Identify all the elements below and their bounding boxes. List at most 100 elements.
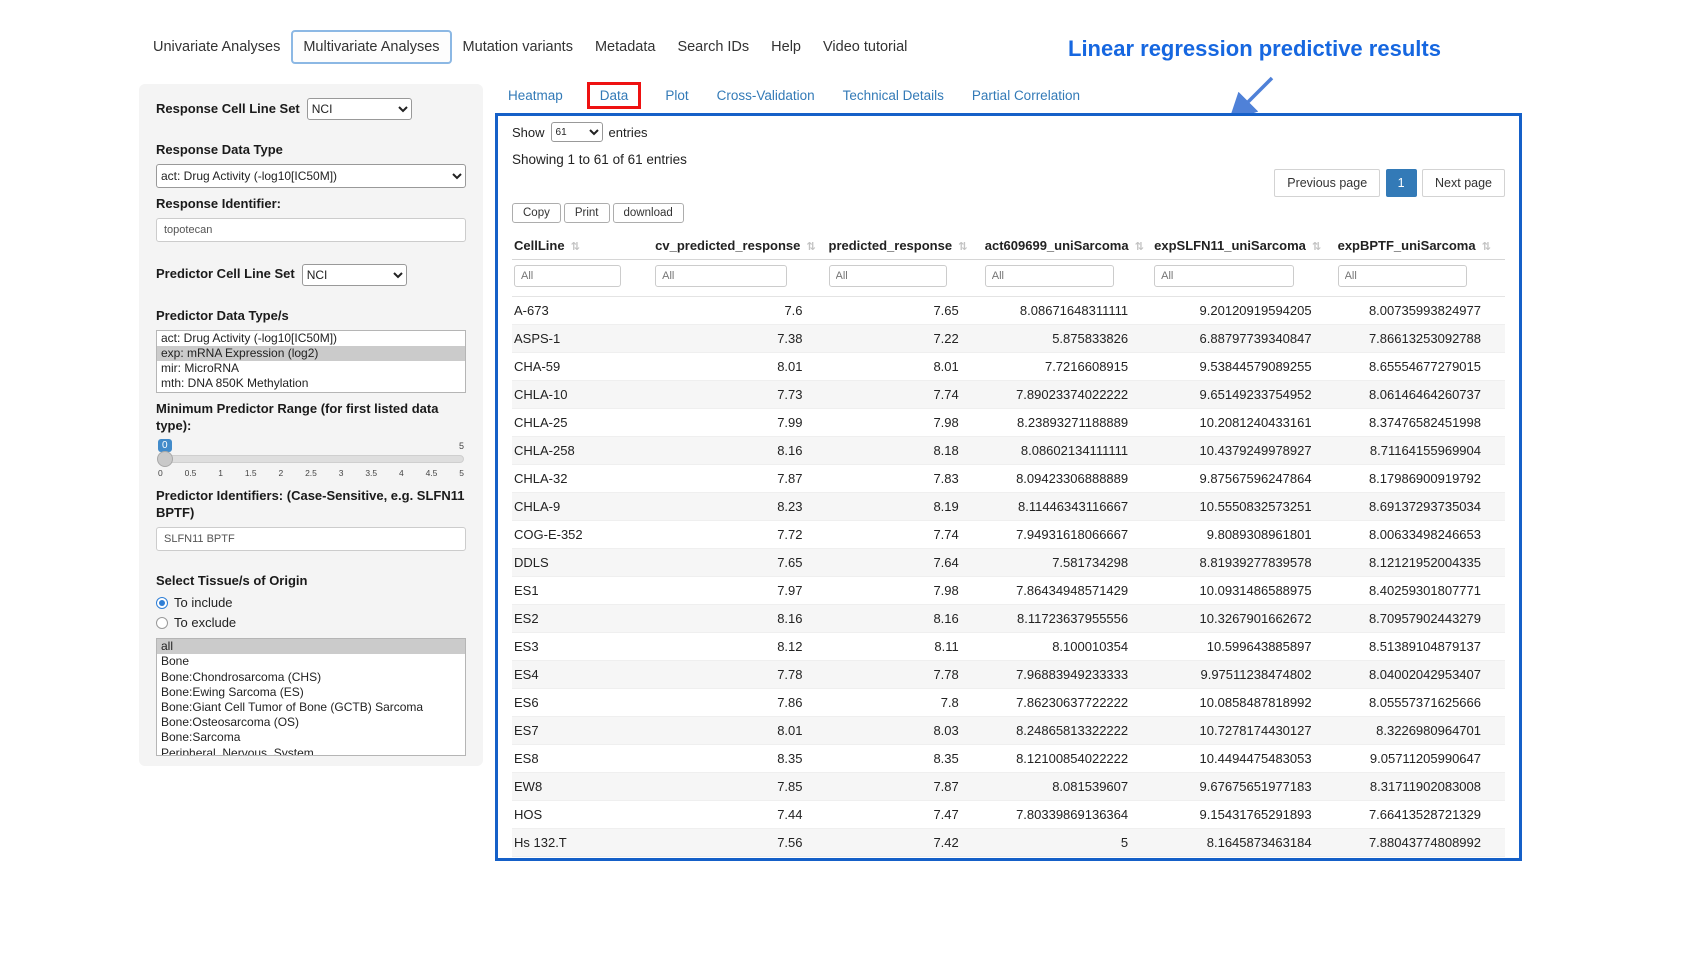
option-mir-microrna[interactable]: mir: MicroRNA — [157, 361, 465, 376]
column-header-cv-predicted-response[interactable]: cv_predicted_response⇅ — [653, 231, 826, 260]
table-row[interactable]: COG-E-3527.727.747.949316180666679.80893… — [512, 521, 1505, 549]
value-cell: 8.51389104879137 — [1336, 633, 1505, 661]
table-row[interactable]: CHLA-98.238.198.1144634311666710.5550832… — [512, 493, 1505, 521]
radio-icon[interactable] — [156, 617, 168, 629]
filter-input-cv-predicted-response[interactable] — [655, 265, 787, 287]
option-bone-chondrosarcoma-chs[interactable]: Bone:Chondrosarcoma (CHS) — [157, 670, 465, 685]
min-predictor-range-slider[interactable]: 0 5 00.511.522.533.544.55 — [158, 439, 464, 478]
table-row[interactable]: CHLA-327.877.838.094233068888899.8756759… — [512, 465, 1505, 493]
table-row[interactable]: EW87.857.878.0815396079.676756519771838.… — [512, 773, 1505, 801]
filter-cell-cellline — [512, 260, 653, 297]
response-cell-line-set-group: Response Cell Line Set NCI — [156, 98, 466, 120]
option-exp-mrna-expression-log2[interactable]: exp: mRNA Expression (log2) — [157, 346, 465, 361]
predictor-identifiers-input[interactable] — [156, 527, 466, 551]
option-bone[interactable]: Bone — [157, 654, 465, 669]
next-page-button[interactable]: Next page — [1422, 169, 1505, 197]
table-row[interactable]: ES47.787.787.968839492333339.97511238474… — [512, 661, 1505, 689]
nav-item-video-tutorial[interactable]: Video tutorial — [812, 30, 918, 64]
value-cell: 7.83 — [827, 465, 983, 493]
table-row[interactable]: DDLS7.657.647.5817342988.819392778395788… — [512, 549, 1505, 577]
sort-icon[interactable]: ⇅ — [571, 241, 580, 253]
tissue-listbox[interactable]: allBoneBone:Chondrosarcoma (CHS)Bone:Ewi… — [156, 638, 466, 756]
filter-input-act609699-unisarcoma[interactable] — [985, 265, 1114, 287]
print-button[interactable]: Print — [564, 203, 610, 223]
option-bone-giant-cell-tumor-of-bone-gctb-sarcoma[interactable]: Bone:Giant Cell Tumor of Bone (GCTB) Sar… — [157, 700, 465, 715]
filter-input-expslfn11-unisarcoma[interactable] — [1154, 265, 1294, 287]
value-cell: 8.01 — [653, 717, 826, 745]
table-row[interactable]: A-6737.67.658.086716483111119.2012091959… — [512, 297, 1505, 325]
option-act-drug-activity-log10-ic50m[interactable]: act: Drug Activity (-log10[IC50M]) — [157, 331, 465, 346]
option-peripheral-nervous-system[interactable]: Peripheral_Nervous_System — [157, 746, 465, 757]
nav-item-metadata[interactable]: Metadata — [584, 30, 666, 64]
nav-item-univariate-analyses[interactable]: Univariate Analyses — [142, 30, 291, 64]
option-all[interactable]: all — [157, 639, 465, 654]
sort-icon[interactable]: ⇅ — [806, 241, 815, 253]
value-cell: 8.11 — [827, 633, 983, 661]
column-header-expslfn11-unisarcoma[interactable]: expSLFN11_uniSarcoma⇅ — [1152, 231, 1335, 260]
sort-icon[interactable]: ⇅ — [958, 241, 967, 253]
filter-input-predicted-response[interactable] — [829, 265, 948, 287]
nav-item-help[interactable]: Help — [760, 30, 812, 64]
nav-item-search-ids[interactable]: Search IDs — [666, 30, 760, 64]
response-identifier-input[interactable] — [156, 218, 466, 242]
table-row[interactable]: Hs 706.T6.946.936.304413033666675.313245… — [512, 857, 1505, 862]
table-row[interactable]: CHLA-2588.168.188.0860213411111110.43792… — [512, 437, 1505, 465]
column-header-cellline[interactable]: CellLine⇅ — [512, 231, 653, 260]
radio-icon[interactable] — [156, 597, 168, 609]
copy-button[interactable]: Copy — [512, 203, 561, 223]
sort-icon[interactable]: ⇅ — [1312, 241, 1321, 253]
predictor-data-type-listbox[interactable]: act: Drug Activity (-log10[IC50M])exp: m… — [156, 330, 466, 393]
slider-tick: 4 — [399, 468, 404, 478]
option-mth-dna-850k-methylation[interactable]: mth: DNA 850K Methylation — [157, 376, 465, 391]
nav-item-mutation-variants[interactable]: Mutation variants — [452, 30, 584, 64]
nav-item-multivariate-analyses[interactable]: Multivariate Analyses — [291, 30, 451, 64]
download-button[interactable]: download — [613, 203, 684, 223]
sort-icon[interactable]: ⇅ — [1482, 241, 1491, 253]
value-cell: 6.93 — [827, 857, 983, 862]
previous-page-button[interactable]: Previous page — [1274, 169, 1380, 197]
radio-to-include[interactable]: To include — [156, 595, 466, 610]
filter-input-expbptf-unisarcoma[interactable] — [1338, 265, 1467, 287]
tab-partial-correlation[interactable]: Partial Correlation — [972, 88, 1080, 103]
option-bone-sarcoma[interactable]: Bone:Sarcoma — [157, 730, 465, 745]
predictor-cell-line-set-select[interactable]: NCI — [302, 264, 407, 286]
filter-input-cellline[interactable] — [514, 265, 621, 287]
tab-plot[interactable]: Plot — [665, 88, 688, 103]
table-row[interactable]: ES28.168.168.1172363795555610.3267901662… — [512, 605, 1505, 633]
value-cell: 7.75711233687566 — [1336, 857, 1505, 862]
response-cell-line-set-select[interactable]: NCI — [307, 98, 412, 120]
table-row[interactable]: ES78.018.038.2486581332222210.7278174430… — [512, 717, 1505, 745]
value-cell: 10.2081240433161 — [1152, 409, 1335, 437]
slider-handle[interactable] — [157, 451, 173, 467]
cell-line: ES1 — [512, 577, 653, 605]
radio-to-exclude[interactable]: To exclude — [156, 615, 466, 630]
option-bone-ewing-sarcoma-es[interactable]: Bone:Ewing Sarcoma (ES) — [157, 685, 465, 700]
slider-track[interactable] — [158, 455, 464, 463]
table-row[interactable]: CHLA-257.997.988.2389327118888910.208124… — [512, 409, 1505, 437]
tab-data[interactable]: Data — [587, 82, 642, 109]
export-buttons: CopyPrintdownload — [512, 203, 1505, 223]
value-cell: 8.11723637955556 — [983, 605, 1152, 633]
tab-heatmap[interactable]: Heatmap — [508, 88, 563, 103]
table-row[interactable]: ES38.128.118.10001035410.5996438858978.5… — [512, 633, 1505, 661]
sort-icon[interactable]: ⇅ — [1135, 241, 1144, 253]
tab-cross-validation[interactable]: Cross-Validation — [717, 88, 815, 103]
table-row[interactable]: ES17.977.987.8643494857142910.0931486588… — [512, 577, 1505, 605]
table-row[interactable]: HOS7.447.477.803398691363649.15431765291… — [512, 801, 1505, 829]
value-cell: 7.86 — [653, 689, 826, 717]
option-bone-osteosarcoma-os[interactable]: Bone:Osteosarcoma (OS) — [157, 715, 465, 730]
tab-technical-details[interactable]: Technical Details — [843, 88, 944, 103]
table-row[interactable]: Hs 132.T7.567.4258.16458734631847.880437… — [512, 829, 1505, 857]
value-cell: 8.31711902083008 — [1336, 773, 1505, 801]
table-row[interactable]: ASPS-17.387.225.8758338266.8879773934084… — [512, 325, 1505, 353]
table-row[interactable]: ES88.358.358.1210085402222210.4494475483… — [512, 745, 1505, 773]
page-number-button[interactable]: 1 — [1386, 169, 1417, 197]
column-header-act609699-unisarcoma[interactable]: act609699_uniSarcoma⇅ — [983, 231, 1152, 260]
table-row[interactable]: CHA-598.018.017.72166089159.538445790892… — [512, 353, 1505, 381]
column-header-expbptf-unisarcoma[interactable]: expBPTF_uniSarcoma⇅ — [1336, 231, 1505, 260]
column-header-predicted-response[interactable]: predicted_response⇅ — [827, 231, 983, 260]
response-data-type-select[interactable]: act: Drug Activity (-log10[IC50M]) — [156, 164, 466, 188]
table-row[interactable]: CHLA-107.737.747.890233740222229.6514923… — [512, 381, 1505, 409]
entries-select[interactable]: 61 — [551, 122, 603, 142]
table-row[interactable]: ES67.867.87.8623063772222210.08584878189… — [512, 689, 1505, 717]
